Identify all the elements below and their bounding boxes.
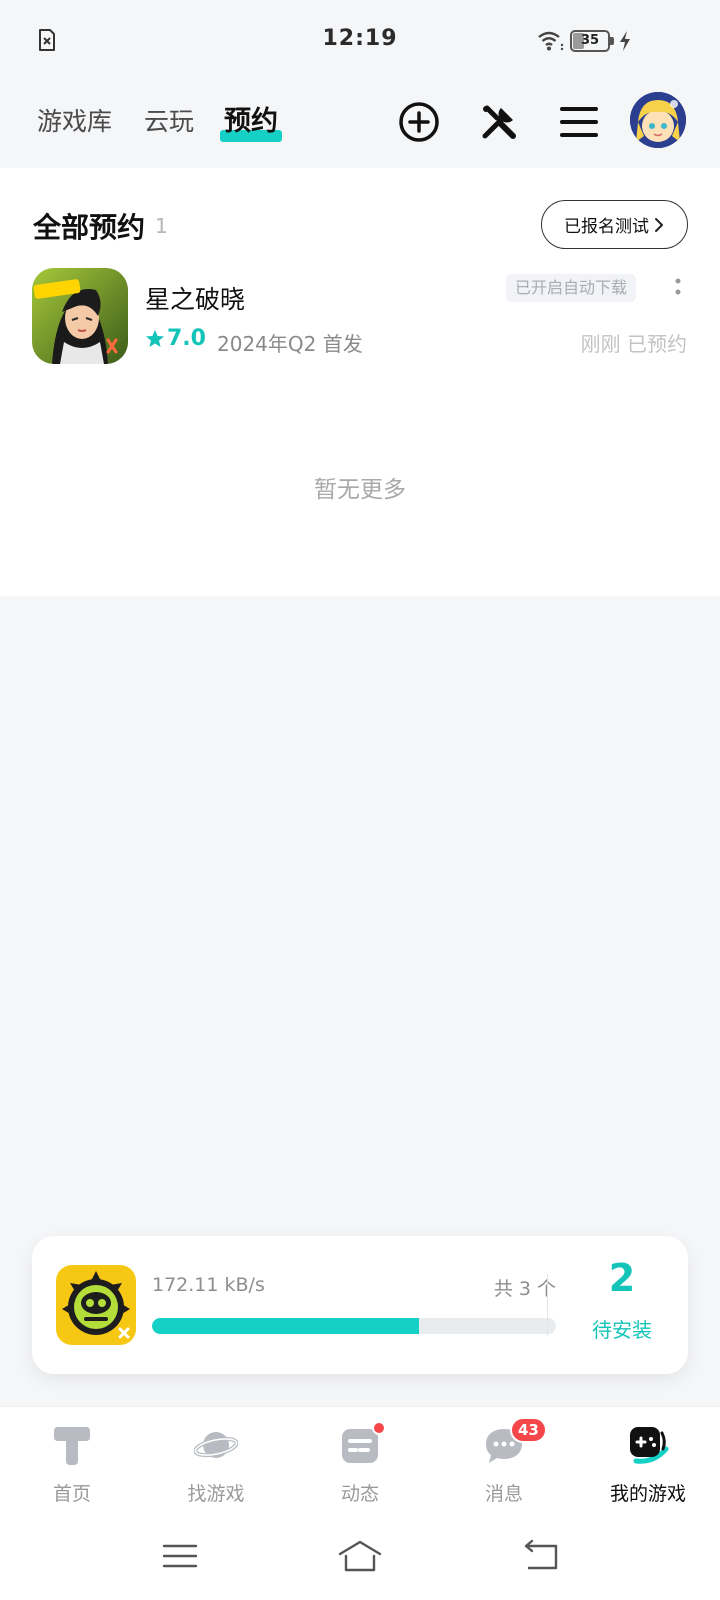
nav-my-games[interactable]: 我的游戏 — [576, 1417, 720, 1517]
top-nav: 游戏库 云玩 预约 — [0, 82, 720, 168]
download-total: 共 3 个 — [493, 1278, 556, 1300]
rating-value: 7.0 — [167, 326, 206, 351]
battery-nub — [610, 37, 614, 45]
charging-icon — [620, 31, 630, 51]
download-progress-bar — [152, 1318, 556, 1334]
nav-feed[interactable]: 动态 — [288, 1417, 432, 1517]
tab-game-library[interactable]: 游戏库 — [37, 102, 112, 142]
pending-install-count: 2 — [608, 1256, 636, 1300]
release-info: 2024年Q2 首发 — [217, 332, 363, 356]
game-icon-image — [32, 268, 128, 364]
section-title: 全部预约 — [33, 211, 146, 244]
reservation-item[interactable]: 星之破晓 7.0 2024年Q2 首发 已开启自动下载 刚刚 已预约 — [0, 268, 720, 368]
signup-test-button[interactable]: 已报名测试 — [541, 200, 688, 249]
tools-icon — [482, 105, 516, 139]
my-games-icon — [630, 1427, 669, 1464]
divider — [547, 1274, 548, 1336]
game-icon — [32, 268, 128, 364]
nav-find-games[interactable]: 找游戏 — [144, 1417, 288, 1517]
tab-cloud-play[interactable]: 云玩 — [144, 102, 194, 142]
star-icon — [146, 329, 164, 347]
download-speed: 172.11 kB/s — [152, 1274, 265, 1296]
game-name: 星之破晓 — [145, 285, 246, 314]
tab-reservations[interactable]: 预约 — [224, 102, 278, 142]
nav-home[interactable]: 首页 — [0, 1417, 144, 1517]
pending-install-label: 待安装 — [592, 1318, 652, 1342]
download-progress-fill — [152, 1318, 419, 1334]
back-icon[interactable] — [516, 1536, 564, 1576]
add-circle-icon — [399, 102, 439, 142]
avatar-image — [630, 92, 686, 148]
reservation-count: 1 — [155, 214, 168, 238]
nav-label: 我的游戏 — [609, 1483, 686, 1505]
nav-messages[interactable]: 43 消息 — [432, 1417, 576, 1517]
system-navigation-bar — [0, 1516, 720, 1600]
battery-icon: 35 — [570, 30, 610, 52]
nav-label: 消息 — [484, 1483, 523, 1505]
add-button[interactable] — [395, 98, 443, 146]
wifi-icon — [538, 31, 564, 51]
recent-apps-icon[interactable] — [156, 1536, 204, 1576]
battery-level: 35 — [580, 33, 600, 48]
menu-icon — [560, 107, 598, 137]
tools-button[interactable] — [475, 98, 523, 146]
nav-label: 动态 — [340, 1483, 379, 1505]
menu-button[interactable] — [555, 98, 603, 146]
no-more-text: 暂无更多 — [314, 477, 406, 503]
reservations-panel: 全部预约 1 已报名测试 星之破晓 7.0 2024年Q2 首发 已开启自动下载… — [0, 168, 720, 596]
reserved-status: 刚刚 已预约 — [580, 332, 687, 356]
more-options-icon[interactable] — [672, 276, 684, 304]
nav-label: 首页 — [52, 1483, 91, 1505]
downloading-game-icon — [56, 1265, 136, 1345]
home-t-icon — [54, 1427, 90, 1465]
chevron-right-icon — [655, 217, 663, 232]
bottom-nav: 首页 找游戏 动态 43 消息 我的游戏 — [0, 1406, 720, 1516]
notification-dot — [372, 1421, 386, 1435]
downloading-game-image — [56, 1265, 136, 1345]
auto-download-tag: 已开启自动下载 — [506, 274, 637, 302]
signup-test-label: 已报名测试 — [564, 217, 649, 237]
planet-icon — [194, 1432, 238, 1458]
game-rating: 7.0 — [145, 326, 206, 351]
avatar[interactable] — [630, 92, 686, 148]
nav-label: 找游戏 — [187, 1483, 245, 1505]
home-icon[interactable] — [336, 1536, 384, 1576]
message-count-badge: 43 — [510, 1417, 547, 1443]
download-manager-card[interactable]: 172.11 kB/s 共 3 个 2 待安装 — [32, 1236, 688, 1374]
status-bar: 12:19 35 — [0, 0, 720, 82]
